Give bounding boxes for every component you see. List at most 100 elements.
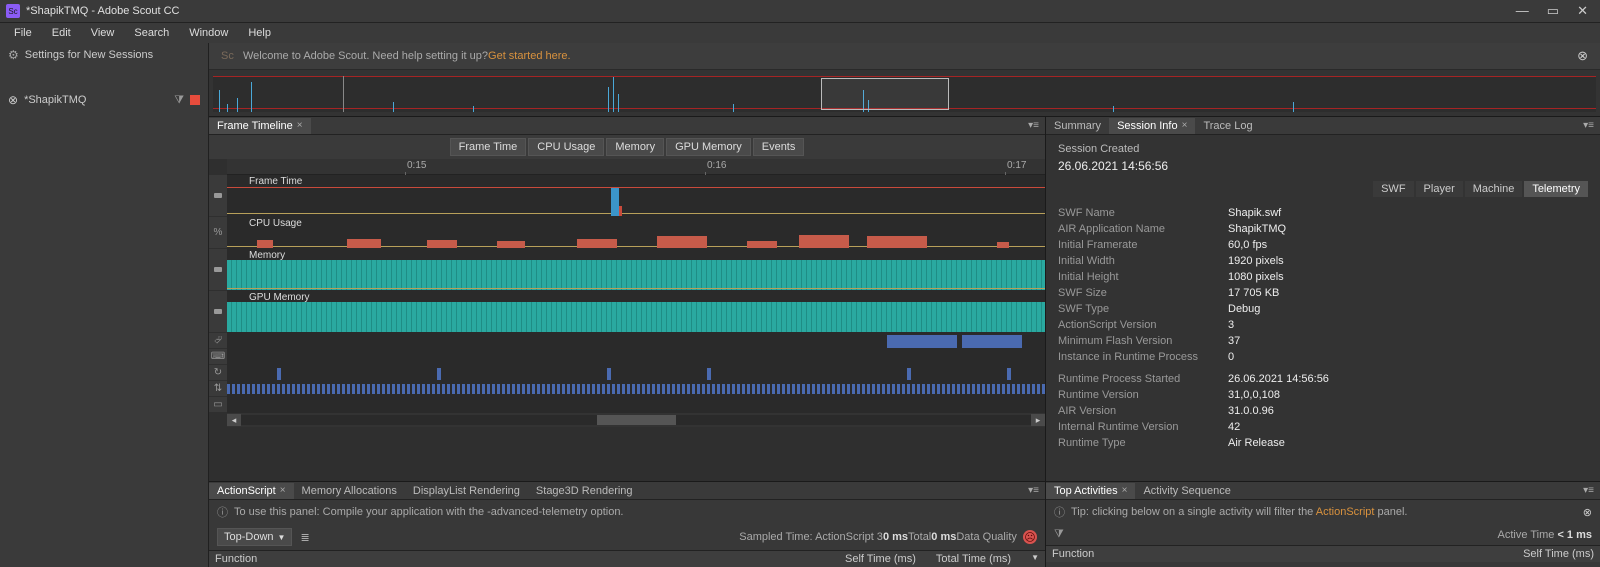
menu-edit[interactable]: Edit — [42, 25, 81, 41]
toggle-memory[interactable]: Memory — [606, 138, 664, 156]
panel-menu-icon[interactable]: ▾≡ — [1022, 485, 1045, 496]
timeline-scrollbar[interactable]: ◂ ▸ — [227, 413, 1045, 427]
info-row: Runtime TypeAir Release — [1058, 435, 1588, 451]
event-track-trace[interactable]: ▭ — [227, 397, 1045, 413]
subtab-telemetry[interactable]: Telemetry — [1524, 181, 1588, 197]
chart-label: Frame Time — [249, 176, 302, 187]
filter-icon[interactable]: ⧩ — [174, 94, 184, 107]
tab-close-icon[interactable]: × — [280, 485, 286, 496]
info-value: 17 705 KB — [1228, 287, 1279, 299]
tab-close-icon[interactable]: × — [297, 120, 303, 131]
session-created-value: 26.06.2021 14:56:56 — [1058, 159, 1588, 173]
total-label: Total — [908, 531, 931, 543]
event-track-keyboard[interactable]: ⌨ — [227, 349, 1045, 365]
scroll-left-icon[interactable]: ◂ — [227, 414, 241, 426]
window-maximize-button[interactable]: ▭ — [1547, 3, 1559, 19]
info-icon: ⓘ — [217, 504, 228, 520]
tab-label: Frame Timeline — [217, 120, 293, 132]
chart-memory[interactable]: Memory — [227, 249, 1045, 291]
close-session-icon[interactable]: ⊗ — [8, 93, 18, 107]
menu-help[interactable]: Help — [238, 25, 281, 41]
tab-frame-timeline[interactable]: Frame Timeline × — [209, 118, 311, 134]
filter-icon[interactable]: ⧩ — [1054, 528, 1064, 541]
toggle-frame-time[interactable]: Frame Time — [450, 138, 527, 156]
chart-cpu-usage[interactable]: % CPU Usage — [227, 217, 1045, 249]
session-list-item[interactable]: ⊗ *ShapikTMQ ⧩ — [0, 87, 208, 113]
chart-metric-toggles: Frame Time CPU Usage Memory GPU Memory E… — [209, 135, 1045, 159]
tab-activity-sequence[interactable]: Activity Sequence — [1135, 483, 1238, 499]
info-row: Initial Width1920 pixels — [1058, 253, 1588, 269]
timeline-panel-tabs: Frame Timeline × ▾≡ — [209, 117, 1045, 135]
actionscript-table-header: Function Self Time (ms) Total Time (ms) … — [209, 550, 1045, 567]
info-row: Internal Runtime Version42 — [1058, 419, 1588, 435]
actionscript-panel: ActionScript × Memory Allocations Displa… — [209, 481, 1045, 567]
tab-memory-allocations[interactable]: Memory Allocations — [294, 483, 405, 499]
timer-icon: ↻ — [212, 367, 224, 379]
subtab-player[interactable]: Player — [1416, 181, 1463, 197]
window-close-button[interactable]: ✕ — [1577, 3, 1588, 19]
info-label: SWF Type — [1058, 303, 1228, 315]
subtab-machine[interactable]: Machine — [1465, 181, 1523, 197]
info-row: Initial Height1080 pixels — [1058, 269, 1588, 285]
window-minimize-button[interactable]: — — [1516, 3, 1529, 19]
tab-close-icon[interactable]: × — [1122, 485, 1128, 496]
active-time-label: Active Time — [1498, 529, 1558, 541]
panel-menu-icon[interactable]: ▾≡ — [1022, 120, 1045, 131]
menu-view[interactable]: View — [81, 25, 125, 41]
toggle-events[interactable]: Events — [753, 138, 805, 156]
tab-top-activities[interactable]: Top Activities × — [1046, 483, 1135, 499]
tab-label: Top Activities — [1054, 485, 1118, 497]
session-name: *ShapikTMQ — [24, 94, 86, 106]
col-total-time[interactable]: Total Time (ms) — [936, 553, 1011, 565]
chart-frame-time[interactable]: Frame Time — [227, 175, 1045, 217]
chart-label: CPU Usage — [249, 218, 302, 229]
tab-summary[interactable]: Summary — [1046, 118, 1109, 134]
info-value: 0 — [1228, 351, 1234, 363]
top-activities-table-header: Function Self Time (ms) — [1046, 545, 1600, 562]
info-row: SWF TypeDebug — [1058, 301, 1588, 317]
event-track-net[interactable]: ⇅ — [227, 381, 1045, 397]
panel-menu-icon[interactable]: ▾≡ — [1577, 120, 1600, 131]
col-function[interactable]: Function — [215, 553, 257, 565]
tab-session-info[interactable]: Session Info × — [1109, 118, 1195, 134]
toggle-cpu-usage[interactable]: CPU Usage — [528, 138, 604, 156]
scale-slider[interactable] — [214, 193, 222, 198]
subtab-swf[interactable]: SWF — [1373, 181, 1413, 197]
actionscript-link[interactable]: ActionScript — [1316, 506, 1375, 518]
actionscript-hint: To use this panel: Compile your applicat… — [234, 506, 624, 518]
scroll-right-icon[interactable]: ▸ — [1031, 414, 1045, 426]
call-tree-mode-dropdown[interactable]: Top-Down ▼ — [217, 528, 292, 546]
col-self-time[interactable]: Self Time (ms) — [845, 553, 916, 565]
hint-close-icon[interactable]: ⊗ — [1583, 506, 1592, 519]
tab-actionscript[interactable]: ActionScript × — [209, 483, 294, 499]
tab-displaylist-rendering[interactable]: DisplayList Rendering — [405, 483, 528, 499]
right-panel-tabs: Summary Session Info × Trace Log ▾≡ — [1046, 117, 1600, 135]
top-activities-panel: Top Activities × Activity Sequence ▾≡ ⓘ … — [1046, 481, 1600, 567]
panel-menu-icon[interactable]: ▾≡ — [1577, 485, 1600, 496]
menu-search[interactable]: Search — [124, 25, 179, 41]
chart-gpu-memory[interactable]: GPU Memory — [227, 291, 1045, 333]
tab-label: Session Info — [1117, 120, 1178, 132]
overview-selection[interactable] — [821, 78, 949, 110]
scale-slider[interactable] — [214, 267, 222, 272]
record-icon[interactable] — [190, 95, 200, 105]
session-overview[interactable] — [209, 70, 1600, 117]
tab-trace-log[interactable]: Trace Log — [1195, 118, 1260, 134]
menu-file[interactable]: File — [4, 25, 42, 41]
list-view-icon[interactable]: ≣ — [300, 531, 309, 544]
info-value: 42 — [1228, 421, 1240, 433]
settings-new-sessions[interactable]: ⚙ Settings for New Sessions — [0, 43, 208, 67]
event-track-mouse[interactable]: ⮰ — [227, 333, 1045, 349]
scale-slider[interactable] — [214, 309, 222, 314]
col-function[interactable]: Function — [1052, 548, 1094, 560]
menu-window[interactable]: Window — [179, 25, 238, 41]
sampled-label: Sampled Time: ActionScript 3 — [739, 531, 883, 543]
tab-close-icon[interactable]: × — [1182, 120, 1188, 131]
welcome-text: Welcome to Adobe Scout. Need help settin… — [243, 50, 488, 62]
toggle-gpu-memory[interactable]: GPU Memory — [666, 138, 751, 156]
welcome-close-icon[interactable]: ⊗ — [1577, 48, 1588, 64]
tab-stage3d-rendering[interactable]: Stage3D Rendering — [528, 483, 641, 499]
col-self-time[interactable]: Self Time (ms) — [1523, 548, 1594, 560]
event-track-timer[interactable]: ↻ — [227, 365, 1045, 381]
get-started-link[interactable]: Get started here. — [488, 50, 571, 62]
